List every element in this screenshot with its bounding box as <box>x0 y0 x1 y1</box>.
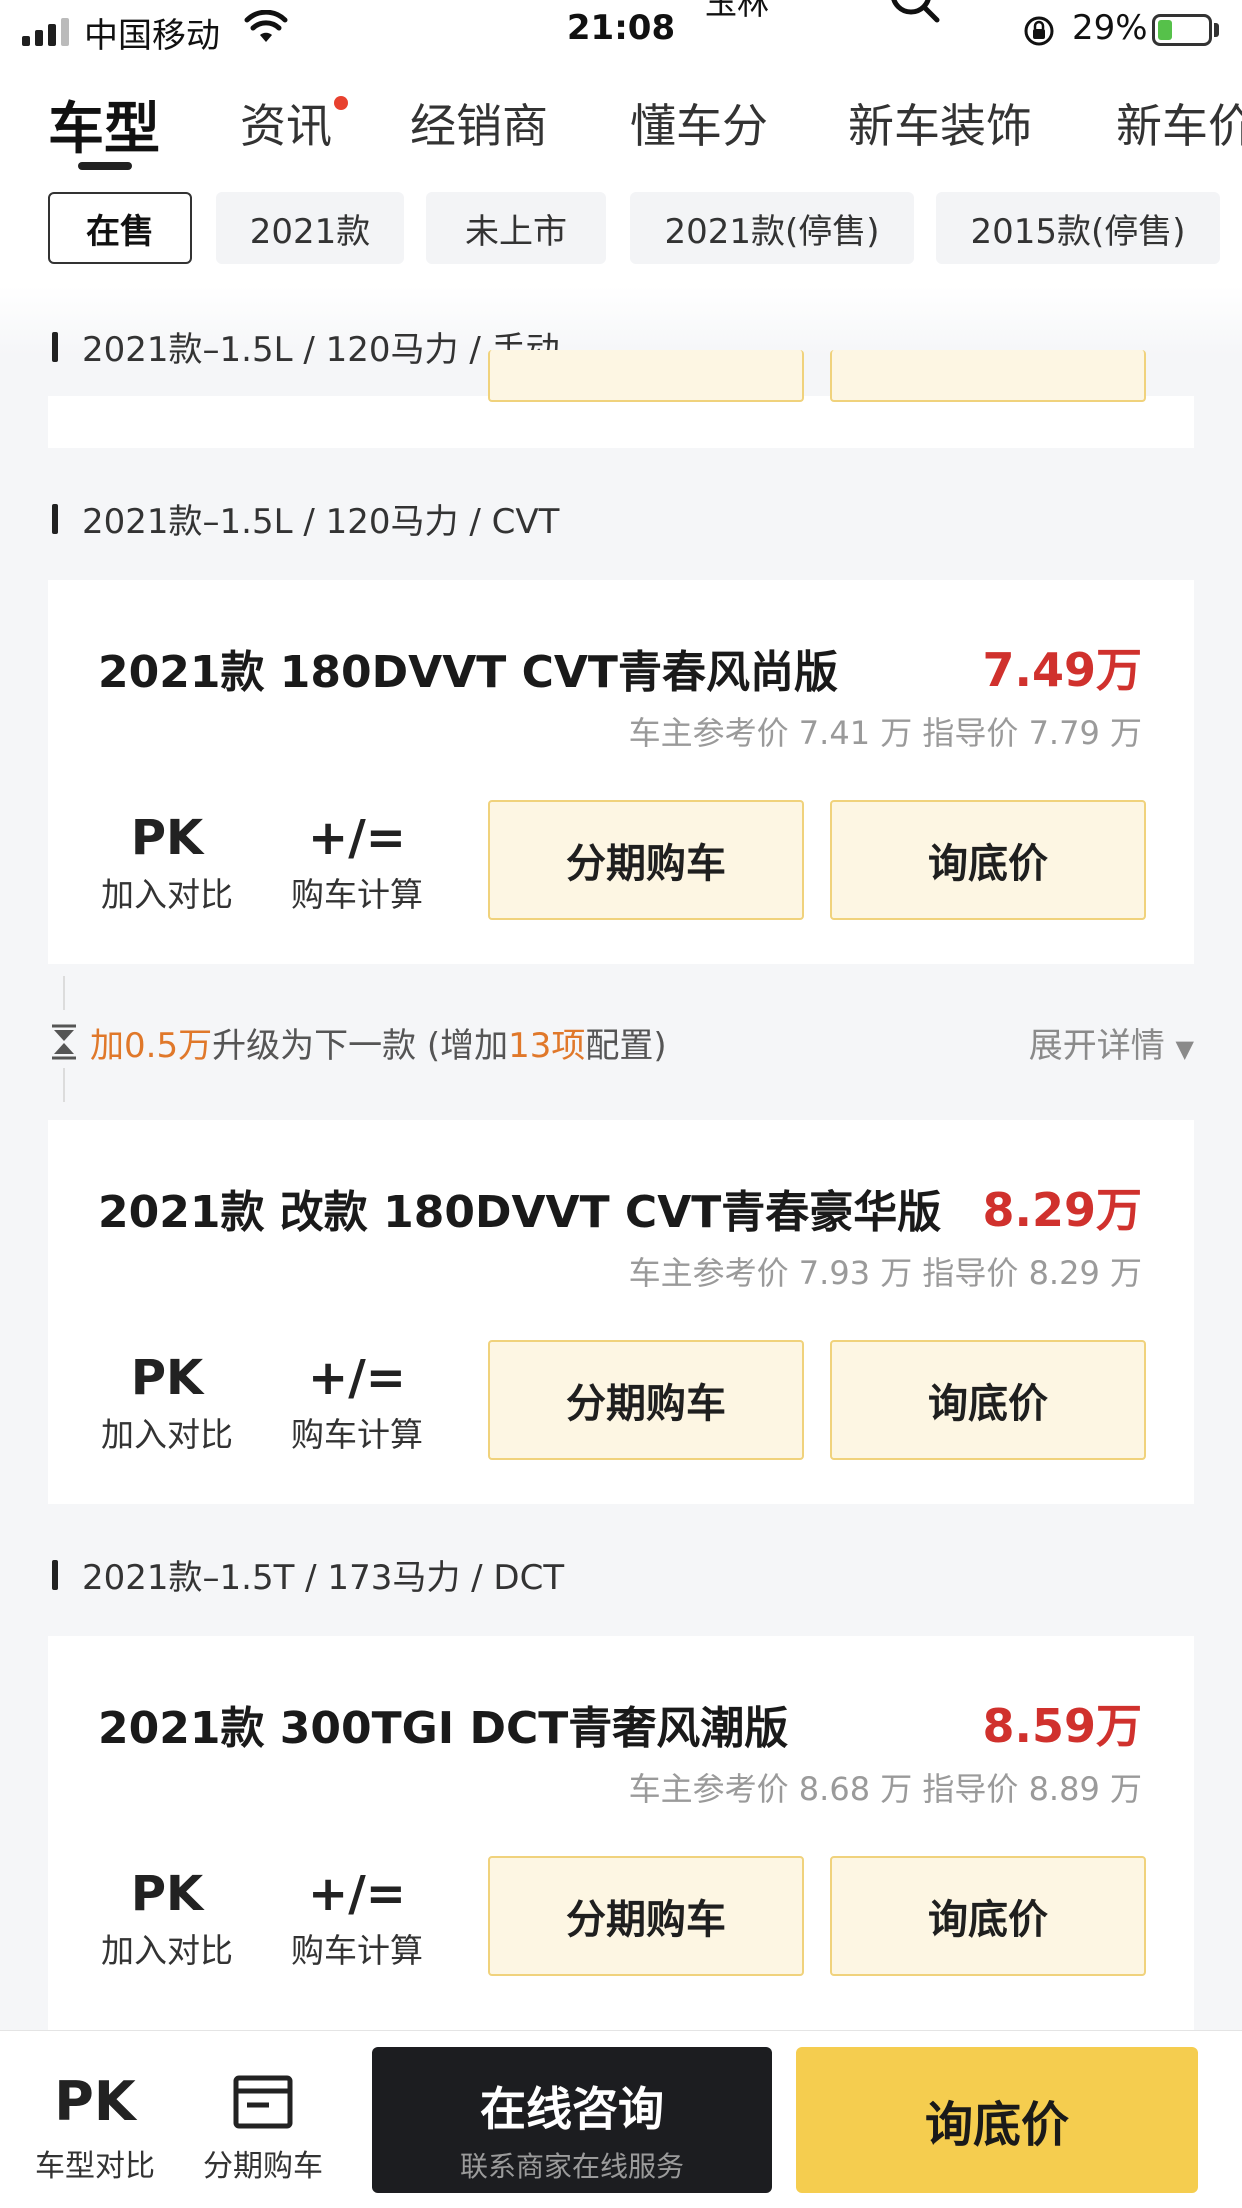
tab-new-car-price[interactable]: 新车价 <box>1116 90 1242 156</box>
filter-2021[interactable]: 2021款 <box>216 192 404 264</box>
purchase-calculator-label: 购车计算 <box>291 1415 423 1454</box>
top-tabs: 车型 资讯 经销商 懂车分 新车装饰 新车价 <box>0 66 1242 176</box>
pk-icon: PK <box>130 1866 204 1922</box>
section-header: 2021款–1.5L / 120马力 / 手动 <box>52 322 560 371</box>
ask-price-button[interactable]: 询底价 <box>830 800 1146 920</box>
model-title: 2021款 300TGI DCT青奢风潮版 <box>98 1703 789 1754</box>
upgrade-count: 13项 <box>508 1026 586 1066</box>
filter-on-sale[interactable]: 在售 <box>48 192 192 264</box>
online-consult-subtitle: 联系商家在线服务 <box>459 2150 684 2183</box>
bottom-installment-button[interactable]: 分期购车 <box>198 2069 328 2185</box>
add-compare-label: 加入对比 <box>101 875 233 914</box>
model-price: 8.59万 <box>982 1699 1143 1753</box>
purchase-calculator-button[interactable]: +/= 购车计算 <box>282 1350 432 1456</box>
calculator-icon: +/= <box>308 1866 406 1922</box>
upgrade-mid: 升级为下一款 (增加 <box>212 1026 509 1066</box>
online-consult-button[interactable]: 在线咨询 联系商家在线服务 <box>372 2047 772 2193</box>
battery-percent: 29% <box>1072 8 1148 48</box>
filter-upcoming[interactable]: 未上市 <box>426 192 606 264</box>
expand-details-button[interactable]: 展开详情 ▼ <box>1029 1018 1194 1067</box>
upgrade-amount: 0.5万 <box>124 1026 213 1066</box>
active-tab-indicator <box>78 162 132 170</box>
model-card[interactable]: 2021款 300TGI DCT青奢风潮版 8.59万 车主参考价 8.68 万… <box>48 1636 1194 2030</box>
ask-price-button[interactable]: 询底价 <box>830 1340 1146 1460</box>
filter-2015-discontinued[interactable]: 2015款(停售) <box>936 192 1220 264</box>
search-icon[interactable] <box>885 0 945 26</box>
reference-prices: 车主参考价 8.68 万 指导价 8.89 万 <box>628 1770 1142 1808</box>
rotation-lock-icon <box>1024 16 1054 46</box>
section-header: 2021款–1.5L / 120马力 / CVT <box>52 494 559 543</box>
model-compare-label: 车型对比 <box>35 2149 155 2184</box>
bottom-action-bar: PK 车型对比 分期购车 在线咨询 联系商家在线服务 询底价 <box>0 2030 1242 2208</box>
add-compare-label: 加入对比 <box>101 1931 233 1970</box>
pk-icon: PK <box>54 2070 136 2133</box>
add-compare-button[interactable]: PK 加入对比 <box>92 1866 242 1972</box>
online-consult-title: 在线咨询 <box>480 2082 664 2136</box>
upgrade-suffix: 配置) <box>585 1026 667 1066</box>
year-filter-bar: 在售 2021款 未上市 2021款(停售) 2015款(停售) <box>0 176 1242 286</box>
purchase-calculator-button[interactable]: +/= 购车计算 <box>282 1866 432 1972</box>
section-header-text: 2021款–1.5L / 120马力 / CVT <box>82 502 560 542</box>
model-card[interactable]: 2021款 180DVVT CVT青春风尚版 7.49万 车主参考价 7.41 … <box>48 580 1194 964</box>
battery-icon <box>1152 14 1212 46</box>
tab-news[interactable]: 资讯 <box>240 90 332 156</box>
model-price: 7.49万 <box>982 643 1143 697</box>
status-bar: 中国移动 21:08 玉林 29% <box>0 0 1242 66</box>
add-compare-button[interactable]: PK 加入对比 <box>92 1350 242 1456</box>
expand-details-label: 展开详情 <box>1028 1026 1165 1066</box>
installment-button[interactable]: 分期购车 <box>488 800 804 920</box>
purchase-calculator-label: 购车计算 <box>291 875 423 914</box>
installment-button[interactable] <box>488 350 804 402</box>
model-title: 2021款 改款 180DVVT CVT青春豪华版 <box>98 1187 942 1238</box>
upgrade-arrows-icon <box>52 1024 76 1060</box>
bottom-ask-price-button[interactable]: 询底价 <box>796 2047 1198 2193</box>
tab-car-models[interactable]: 车型 <box>48 84 160 165</box>
section-header: 2021款–1.5T / 173马力 / DCT <box>52 1550 564 1599</box>
installment-icon <box>198 2069 328 2135</box>
upgrade-hint[interactable]: 加0.5万升级为下一款 (增加13项配置) 展开详情 ▼ <box>0 976 1242 1102</box>
bottom-installment-label: 分期购车 <box>203 2149 323 2184</box>
add-compare-label: 加入对比 <box>101 1415 233 1454</box>
purchase-calculator-label: 购车计算 <box>291 1931 423 1970</box>
reference-prices: 车主参考价 7.41 万 指导价 7.79 万 <box>628 714 1142 752</box>
ask-price-button[interactable]: 询底价 <box>830 1856 1146 1976</box>
calculator-icon: +/= <box>308 810 406 866</box>
pk-icon: PK <box>130 1350 204 1406</box>
city-selector[interactable]: 玉林 <box>705 0 769 24</box>
filter-2021-discontinued[interactable]: 2021款(停售) <box>630 192 914 264</box>
section-header-text: 2021款–1.5T / 173马力 / DCT <box>82 1558 565 1598</box>
reference-prices: 车主参考价 7.93 万 指导价 8.29 万 <box>628 1254 1142 1292</box>
model-compare-button[interactable]: PK 车型对比 <box>30 2069 160 2185</box>
calculator-icon: +/= <box>308 1350 406 1406</box>
tab-dealers[interactable]: 经销商 <box>410 90 548 156</box>
model-title: 2021款 180DVVT CVT青春风尚版 <box>98 647 838 698</box>
unread-dot <box>334 96 348 110</box>
upgrade-text: 加0.5万升级为下一款 (增加13项配置) <box>90 1018 667 1067</box>
model-card-partial <box>48 350 1194 448</box>
tab-car-decoration[interactable]: 新车装饰 <box>848 90 1032 156</box>
model-price: 8.29万 <box>982 1183 1143 1237</box>
model-card[interactable]: 2021款 改款 180DVVT CVT青春豪华版 8.29万 车主参考价 7.… <box>48 1120 1194 1504</box>
caret-down-icon: ▼ <box>1175 1035 1194 1063</box>
installment-button[interactable]: 分期购车 <box>488 1856 804 1976</box>
tab-dongche-score[interactable]: 懂车分 <box>630 90 768 156</box>
add-compare-button[interactable]: PK 加入对比 <box>92 810 242 916</box>
pk-icon: PK <box>130 810 204 866</box>
installment-button[interactable]: 分期购车 <box>488 1340 804 1460</box>
ask-price-button[interactable] <box>830 350 1146 402</box>
purchase-calculator-button[interactable]: +/= 购车计算 <box>282 810 432 916</box>
upgrade-prefix: 加 <box>90 1026 124 1066</box>
